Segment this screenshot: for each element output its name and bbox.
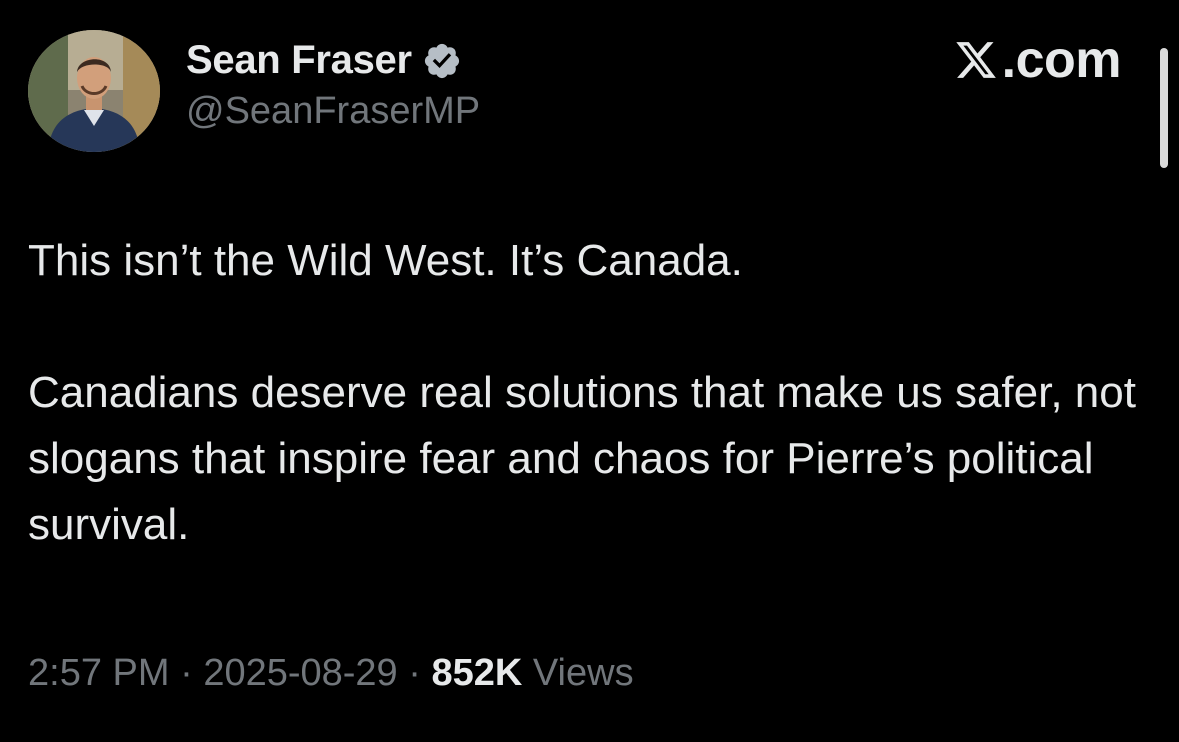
tweet-metadata: 2:57 PM · 2025-08-29 · 852K Views	[28, 652, 634, 695]
tweet-paragraph: This isn’t the Wild West. It’s Canada.	[28, 236, 743, 285]
verified-badge-icon	[422, 41, 462, 81]
scrollbar[interactable]	[1160, 48, 1168, 168]
separator-dot: ·	[397, 652, 432, 694]
tweet-date[interactable]: 2025-08-29	[203, 652, 397, 694]
brand-watermark: .com	[954, 30, 1122, 90]
x-logo-icon	[954, 38, 998, 82]
views-label: Views	[522, 652, 634, 694]
brand-suffix: .com	[1001, 31, 1122, 89]
tweet-text: This isn’t the Wild West. It’s Canada. C…	[28, 228, 1148, 558]
display-name[interactable]: Sean Fraser	[186, 38, 412, 83]
tweet-paragraph: Canadians deserve real solutions that ma…	[28, 368, 1136, 549]
tweet-time[interactable]: 2:57 PM	[28, 652, 170, 694]
avatar[interactable]	[28, 30, 160, 152]
separator-dot: ·	[169, 652, 204, 694]
views-count[interactable]: 852K	[431, 652, 522, 694]
author-handle[interactable]: @SeanFraserMP	[186, 90, 480, 133]
profile-photo	[28, 30, 160, 152]
author-name-row[interactable]: Sean Fraser	[186, 38, 462, 83]
